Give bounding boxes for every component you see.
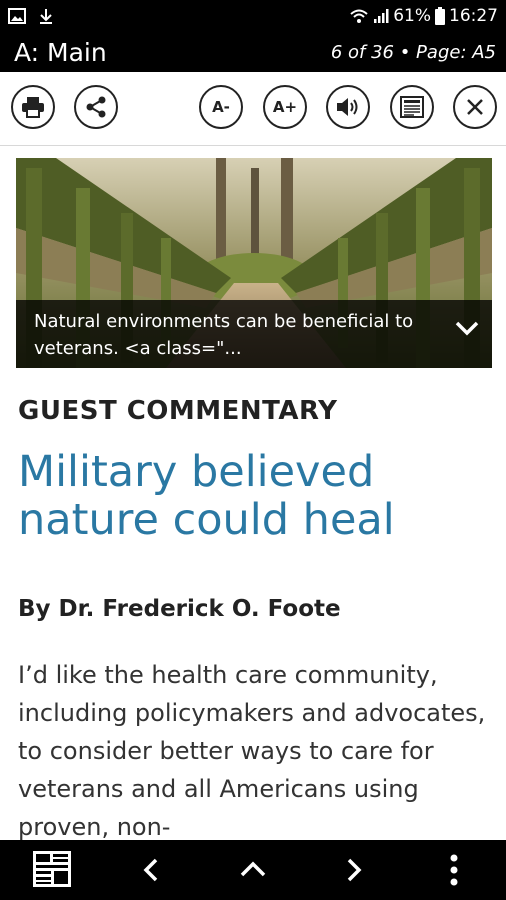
chevron-right-icon <box>347 858 362 882</box>
bottom-nav <box>0 840 506 900</box>
decrease-font-button[interactable]: A- <box>199 85 243 129</box>
article-view-icon <box>400 96 424 118</box>
status-right: 61% 16:27 <box>349 6 498 26</box>
close-button[interactable] <box>453 85 497 129</box>
scroll-up-button[interactable] <box>240 860 266 882</box>
print-icon <box>22 97 44 118</box>
article-headline: Military believed nature could heal <box>18 447 395 545</box>
speaker-icon <box>337 98 358 116</box>
article-photo[interactable]: Natural environments can be beneficial t… <box>16 158 492 368</box>
battery-percent: 61% <box>393 6 431 26</box>
image-icon <box>8 8 26 24</box>
page-indicator: 6 of 36 • Page: A5 <box>330 42 496 63</box>
next-article-button[interactable] <box>343 858 365 886</box>
previous-article-button[interactable] <box>140 858 162 886</box>
article-toolbar: A- A+ <box>0 72 506 146</box>
article-byline: By Dr. Frederick O. Foote <box>18 596 341 622</box>
article-view-button[interactable] <box>390 85 434 129</box>
status-bar: 61% 16:27 <box>0 0 506 34</box>
close-icon <box>467 99 483 115</box>
page-view-button[interactable] <box>32 850 72 892</box>
chevron-up-icon <box>240 861 266 877</box>
share-icon <box>86 96 106 118</box>
download-icon <box>40 9 52 24</box>
page-view-icon <box>33 851 71 887</box>
photo-caption: Natural environments can be beneficial t… <box>16 300 492 368</box>
section-title: A: Main <box>14 38 107 67</box>
wifi-icon <box>350 9 368 23</box>
battery-icon <box>435 7 445 25</box>
article-body: I’d like the health care community, incl… <box>18 661 486 840</box>
font-increase-icon: A+ <box>272 98 298 116</box>
clock: 16:27 <box>449 6 498 26</box>
status-left <box>8 8 54 24</box>
title-bar: A: Main 6 of 36 • Page: A5 <box>0 34 506 72</box>
font-decrease-icon: A- <box>212 98 230 116</box>
chevron-left-icon <box>143 858 158 882</box>
more-options-button[interactable] <box>448 854 460 890</box>
print-button[interactable] <box>11 85 55 129</box>
article-kicker: GUEST COMMENTARY <box>18 396 338 426</box>
signal-icon <box>374 9 389 23</box>
share-button[interactable] <box>74 85 118 129</box>
chevron-down-icon[interactable] <box>452 318 482 338</box>
more-vertical-icon <box>450 854 458 886</box>
read-aloud-button[interactable] <box>326 85 370 129</box>
increase-font-button[interactable]: A+ <box>263 85 307 129</box>
